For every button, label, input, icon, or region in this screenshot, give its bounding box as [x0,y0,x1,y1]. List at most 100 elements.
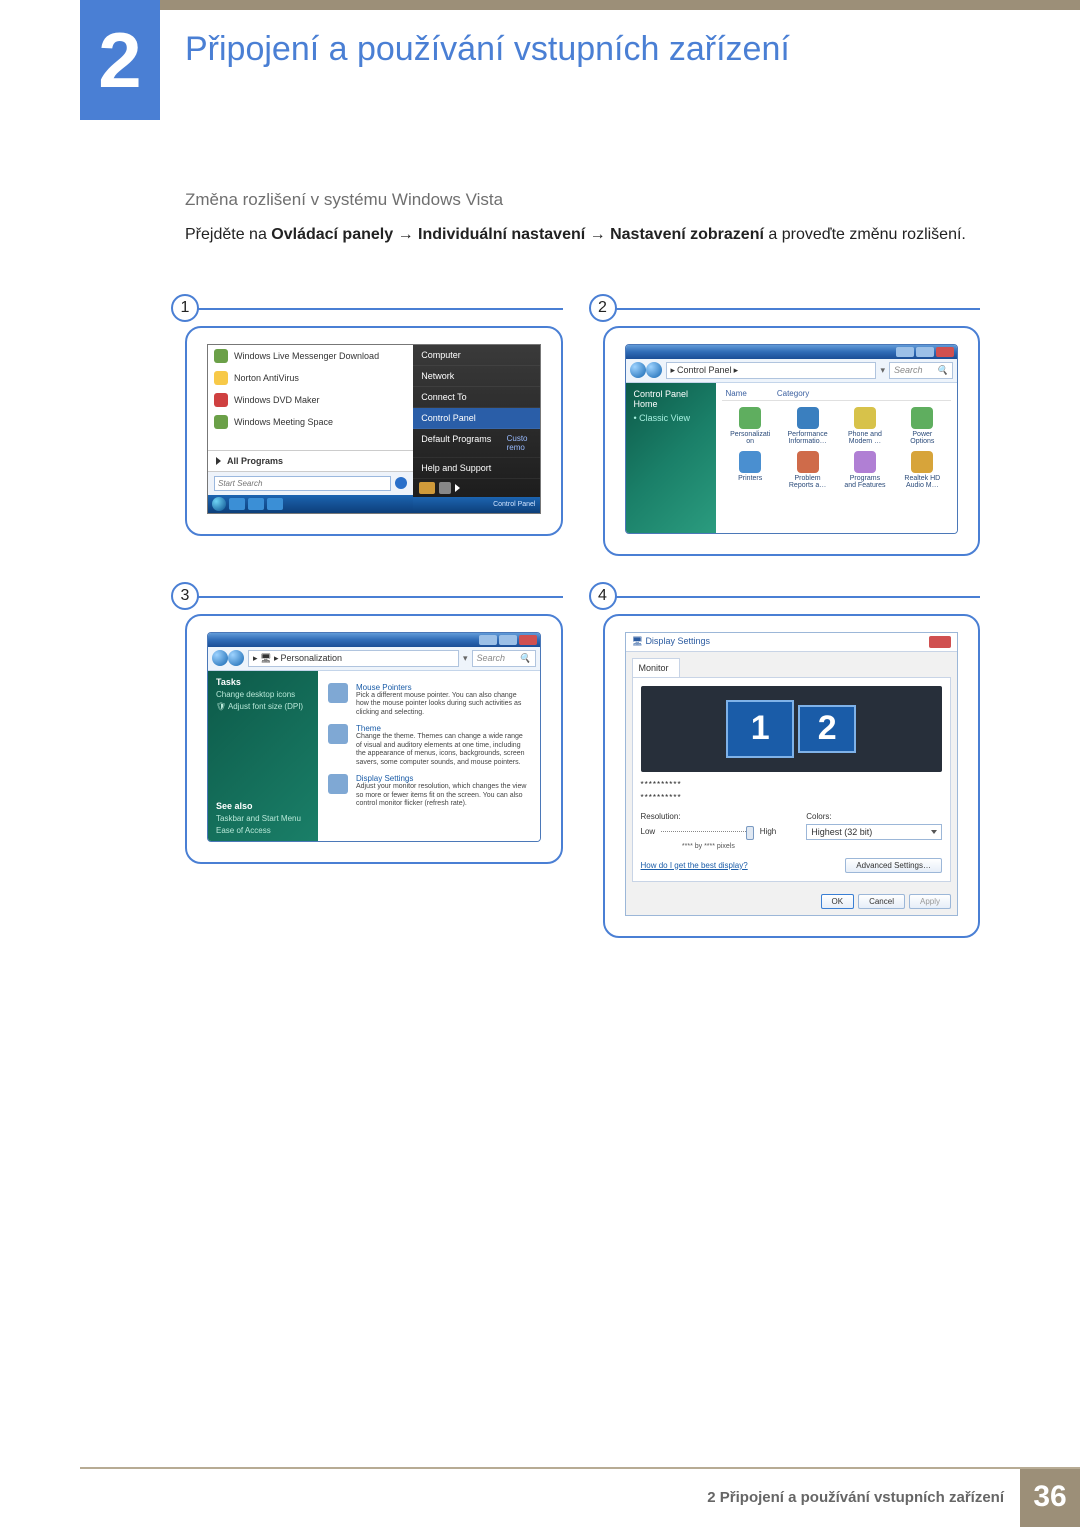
close-button[interactable] [936,347,954,357]
breadcrumb-text: Control Panel [677,365,732,375]
path-personalization: Individuální nastavení [418,226,585,243]
entry-desc: Pick a different mouse pointer. You can … [356,692,530,718]
power-icon[interactable] [419,482,435,494]
col-name[interactable]: Name [726,389,747,398]
step-connector [185,308,563,310]
ok-button[interactable]: OK [821,894,855,909]
search-box[interactable]: Search🔍 [472,650,536,667]
sidebar-link[interactable]: Taskbar and Start Menu [216,814,310,823]
close-button[interactable] [929,636,951,648]
all-programs-label: All Programs [227,456,283,466]
dialog-footer: OK Cancel Apply [626,888,958,915]
cp-icon [797,407,819,429]
chapter-number: 2 [98,21,141,99]
minimize-button[interactable] [479,635,497,645]
start-search-input[interactable] [214,476,391,491]
back-button[interactable] [212,650,228,666]
taskbar-button[interactable] [229,498,245,510]
cancel-button[interactable]: Cancel [858,894,905,909]
all-programs[interactable]: All Programs [208,450,413,471]
screenshot-frame-2: ▸ Control Panel ▸ ▾ Search🔍 Control Pane… [603,326,981,556]
colors-select[interactable]: Highest (32 bit) [806,824,942,840]
breadcrumb[interactable]: ▸ Control Panel ▸ [666,362,877,379]
chapter-badge: 2 [80,0,160,120]
start-item[interactable]: Norton AntiVirus [208,367,413,389]
dialog-titlebar: 🖥 Display Settings [626,633,958,652]
back-button[interactable] [630,362,646,378]
start-right-item-control-panel[interactable]: Control Panel [413,408,539,429]
colors-value: Highest (32 bit) [811,827,872,837]
help-link[interactable]: How do I get the best display? [641,861,748,870]
control-panel-icon[interactable]: Printers [724,451,777,489]
control-panel-icon[interactable]: Problem Reports a… [781,451,834,489]
start-item[interactable]: Windows Live Messenger Download [208,345,413,367]
resolution-slider[interactable]: Low High [641,825,777,839]
breadcrumb[interactable]: ▸ 🖥 ▸ Personalization [248,650,459,667]
forward-button[interactable] [646,362,662,378]
monitor-2[interactable]: 2 [798,705,856,753]
control-panel-icon[interactable]: Personalizati on [724,407,777,445]
search-box[interactable]: Search🔍 [889,362,953,379]
start-orb-icon[interactable] [212,497,226,511]
lock-icon[interactable] [439,482,451,494]
forward-button[interactable] [228,650,244,666]
placeholder-row: ********** [641,778,943,791]
apply-button[interactable]: Apply [909,894,951,909]
control-panel-icon[interactable]: Realtek HD Audio M… [896,451,949,489]
control-panel-icon[interactable]: Programs and Features [838,451,891,489]
maximize-button[interactable] [499,635,517,645]
screenshot-frame-3: ▸ 🖥 ▸ Personalization ▾ Search🔍 Tasks Ch… [185,614,563,864]
personalization-entry[interactable]: Mouse PointersPick a different mouse poi… [328,683,530,718]
step-badge-4: 4 [589,582,617,610]
search-icon[interactable] [395,477,407,489]
address-bar: ▸ 🖥 ▸ Personalization ▾ Search🔍 [208,647,540,671]
label: Classic View [639,413,690,423]
entry-icon [328,774,348,794]
label: Display Settings [645,636,710,646]
start-right-item[interactable]: Help and Support [413,458,539,479]
monitor-1[interactable]: 1 [726,700,794,758]
sidebar-link[interactable]: Ease of Access [216,826,310,835]
search-icon: 🔍 [937,365,948,376]
control-panel-icon[interactable]: Phone and Modem … [838,407,891,445]
colors-col: Colors: Highest (32 bit) [806,812,942,850]
sidebar-home[interactable]: Control Panel Home [634,389,708,409]
step-badge-2: 2 [589,294,617,322]
sidebar-link[interactable]: Change desktop icons [216,690,310,699]
top-band [80,0,1080,10]
col-category[interactable]: Category [777,389,809,398]
start-item[interactable]: Windows DVD Maker [208,389,413,411]
start-right-item[interactable]: Network [413,366,539,387]
start-right-item[interactable]: Connect To [413,387,539,408]
display-settings-dialog: 🖥 Display Settings Monitor 1 2 *********… [625,632,959,916]
resolution-label: Resolution: [641,812,777,821]
app-label: Windows Live Messenger Download [234,351,379,361]
label: Network [421,371,454,381]
maximize-button[interactable] [916,347,934,357]
sidebar-link[interactable]: 🛡 Adjust font size (DPI) [216,702,310,711]
start-item[interactable]: Windows Meeting Space [208,411,413,433]
footer-rule [80,1467,1080,1469]
section-subtitle: Změna rozlišení v systému Windows Vista [185,190,980,210]
step-3: 3 ▸ 🖥 ▸ Personalization ▾ [185,596,563,938]
advanced-settings-button[interactable]: Advanced Settings… [845,858,942,873]
slider-thumb[interactable] [746,826,754,840]
control-panel-icon[interactable]: Performance Informatio… [781,407,834,445]
triangle-icon [216,457,221,465]
start-right-item[interactable]: Computer [413,345,539,366]
cp-icon [739,451,761,473]
personalization-entry[interactable]: ThemeChange the theme. Themes can change… [328,724,530,768]
taskbar-button[interactable] [267,498,283,510]
start-right-item[interactable]: Default ProgramsCusto remo [413,429,539,458]
sidebar-classic-view[interactable]: • Classic View [634,413,708,423]
taskbar-button[interactable] [248,498,264,510]
cp-icon-label: Phone and Modem … [848,431,882,445]
minimize-button[interactable] [896,347,914,357]
colors-label: Colors: [806,812,942,821]
cp-icon [797,451,819,473]
chevron-right-icon[interactable] [455,484,460,492]
control-panel-icon[interactable]: Power Options [896,407,949,445]
close-button[interactable] [519,635,537,645]
personalization-entry[interactable]: Display SettingsAdjust your monitor reso… [328,774,530,809]
tab-monitor[interactable]: Monitor [632,658,680,677]
